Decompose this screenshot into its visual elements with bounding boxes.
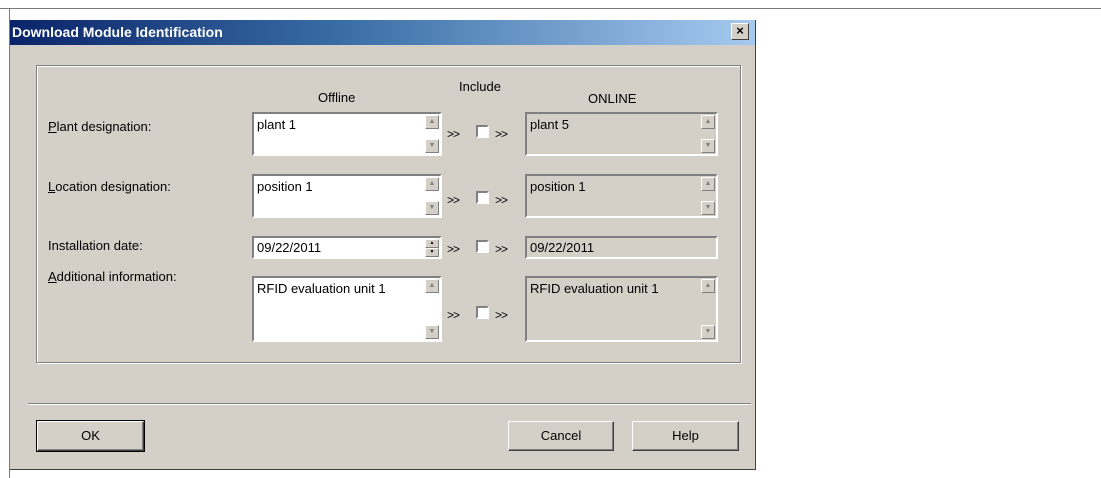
include-arrow-right: >> bbox=[495, 242, 508, 256]
location-designation-label: Location designation: bbox=[48, 179, 171, 194]
date-spinner[interactable]: ▲ ▼ bbox=[425, 239, 439, 257]
offline-plant-designation-value: plant 1 bbox=[257, 117, 297, 132]
include-additional-information-checkbox[interactable] bbox=[476, 306, 489, 319]
plant-designation-label: Plant designation: bbox=[48, 119, 152, 134]
scroll-down-icon[interactable]: ▼ bbox=[425, 139, 439, 153]
download-module-identification-dialog: Download Module Identification × Offline… bbox=[10, 20, 756, 470]
scroll-up-icon[interactable]: ▲ bbox=[425, 177, 439, 191]
scroll-up-icon[interactable]: ▲ bbox=[701, 177, 715, 191]
include-arrow-right: >> bbox=[495, 127, 508, 141]
offline-plant-designation-field[interactable]: plant 1 ▲ ▼ bbox=[252, 112, 442, 156]
include-location-designation-checkbox[interactable] bbox=[476, 191, 489, 204]
page-top-rule bbox=[0, 8, 1101, 9]
online-column-header: ONLINE bbox=[588, 91, 637, 106]
scroll-up-icon[interactable]: ▲ bbox=[701, 115, 715, 129]
scroll-down-icon[interactable]: ▼ bbox=[701, 139, 715, 153]
include-arrow-right: >> bbox=[495, 308, 508, 322]
include-installation-date-checkbox[interactable] bbox=[476, 240, 489, 253]
ok-button[interactable]: OK bbox=[36, 420, 145, 452]
scrollbar[interactable]: ▲ ▼ bbox=[425, 177, 439, 215]
offline-location-designation-value: position 1 bbox=[257, 179, 313, 194]
scroll-up-icon[interactable]: ▲ bbox=[425, 279, 439, 293]
include-arrow-left: >> bbox=[447, 193, 460, 207]
scroll-down-icon[interactable]: ▼ bbox=[425, 201, 439, 215]
offline-column-header: Offline bbox=[318, 90, 356, 105]
separator bbox=[28, 404, 751, 405]
online-location-designation-value: position 1 bbox=[530, 179, 586, 194]
online-installation-date-value: 09/22/2011 bbox=[530, 240, 595, 255]
scroll-up-icon[interactable]: ▲ bbox=[701, 279, 715, 293]
online-additional-information-field: RFID evaluation unit 1 ▲ ▼ bbox=[525, 276, 718, 342]
scroll-up-icon[interactable]: ▲ bbox=[425, 115, 439, 129]
dialog-title: Download Module Identification bbox=[12, 24, 223, 40]
include-arrow-right: >> bbox=[495, 193, 508, 207]
close-icon[interactable]: × bbox=[731, 23, 749, 40]
online-installation-date-field: 09/22/2011 bbox=[525, 236, 718, 259]
online-location-designation-field: position 1 ▲ ▼ bbox=[525, 174, 718, 218]
cancel-button[interactable]: Cancel bbox=[508, 421, 614, 451]
offline-installation-date-field[interactable]: 09/22/2011 ▲ ▼ bbox=[252, 236, 442, 259]
scrollbar[interactable]: ▲ ▼ bbox=[425, 115, 439, 153]
include-plant-designation-checkbox[interactable] bbox=[476, 125, 489, 138]
offline-installation-date-value: 09/22/2011 bbox=[257, 240, 322, 255]
online-plant-designation-field: plant 5 ▲ ▼ bbox=[525, 112, 718, 156]
include-arrow-left: >> bbox=[447, 308, 460, 322]
spin-down-icon[interactable]: ▼ bbox=[425, 248, 439, 257]
scrollbar[interactable]: ▲ ▼ bbox=[701, 279, 715, 339]
scrollbar[interactable]: ▲ ▼ bbox=[701, 177, 715, 215]
scrollbar[interactable]: ▲ ▼ bbox=[701, 115, 715, 153]
online-additional-information-value: RFID evaluation unit 1 bbox=[530, 281, 659, 296]
include-column-header: Include bbox=[459, 79, 501, 94]
installation-date-label: Installation date: bbox=[48, 238, 143, 253]
online-plant-designation-value: plant 5 bbox=[530, 117, 570, 132]
additional-information-label: Additional information: bbox=[48, 269, 177, 284]
title-bar: Download Module Identification × bbox=[10, 20, 755, 45]
offline-location-designation-field[interactable]: position 1 ▲ ▼ bbox=[252, 174, 442, 218]
include-arrow-left: >> bbox=[447, 127, 460, 141]
include-arrow-left: >> bbox=[447, 242, 460, 256]
offline-additional-information-field[interactable]: RFID evaluation unit 1 ▲ ▼ bbox=[252, 276, 442, 342]
scroll-down-icon[interactable]: ▼ bbox=[425, 325, 439, 339]
scroll-down-icon[interactable]: ▼ bbox=[701, 325, 715, 339]
scroll-down-icon[interactable]: ▼ bbox=[701, 201, 715, 215]
scrollbar[interactable]: ▲ ▼ bbox=[425, 279, 439, 339]
help-button[interactable]: Help bbox=[632, 421, 739, 451]
spin-up-icon[interactable]: ▲ bbox=[425, 239, 439, 248]
offline-additional-information-value: RFID evaluation unit 1 bbox=[257, 281, 386, 296]
